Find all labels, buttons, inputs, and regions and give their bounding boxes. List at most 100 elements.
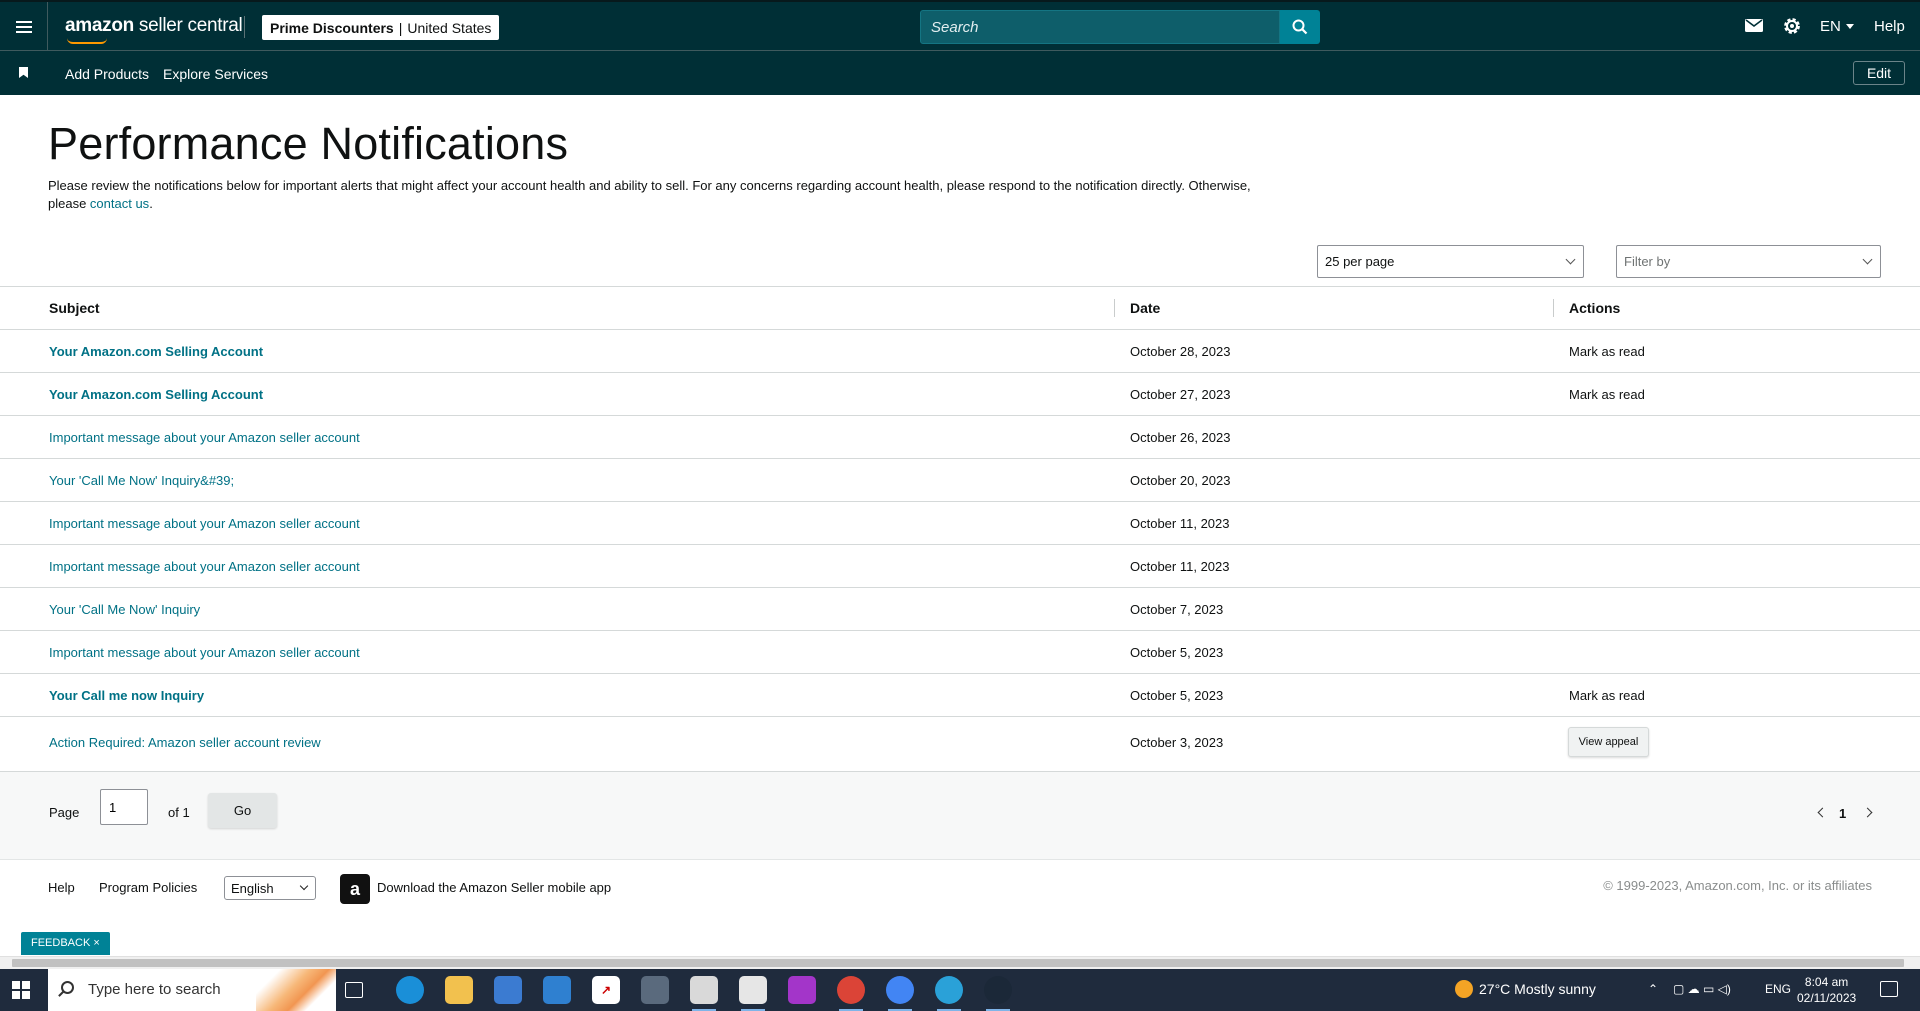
notification-subject-link[interactable]: Your Call me now Inquiry <box>49 688 204 703</box>
notification-subject-link[interactable]: Action Required: Amazon seller account r… <box>49 735 321 750</box>
store-switcher[interactable]: Prime Discounters | United States <box>262 15 500 40</box>
taskbar-search-input[interactable]: Type here to search <box>48 969 336 1011</box>
bookmark-icon[interactable] <box>19 67 28 78</box>
table-row: Your 'Call Me Now' Inquiry October 7, 202… <box>0 588 1920 631</box>
search-icon <box>61 981 74 994</box>
search-highlight-image <box>256 969 336 1011</box>
mark-as-read-link[interactable]: Mark as read <box>1569 387 1645 402</box>
column-divider <box>1114 299 1115 317</box>
stocks-app-icon[interactable]: ↗ <box>592 976 620 1004</box>
notification-subject-link[interactable]: Your Amazon.com Selling Account <box>49 344 263 359</box>
go-button[interactable]: Go <box>208 793 277 828</box>
notification-icon[interactable] <box>1880 981 1898 997</box>
store-icon[interactable] <box>494 976 522 1004</box>
pagination-bar: Page of 1 Go 1 <box>0 772 1920 860</box>
footer-help-link[interactable]: Help <box>48 880 75 895</box>
chevron-left-icon[interactable] <box>1817 807 1828 818</box>
page-total: of 1 <box>168 805 190 820</box>
page-description: Please review the notifications below fo… <box>48 177 1288 213</box>
per-page-select[interactable]: 25 per page <box>1317 245 1584 278</box>
app-icon[interactable] <box>690 976 718 1011</box>
table-row: Your Amazon.com Selling Account October 2… <box>0 373 1920 416</box>
weather-icon <box>1455 980 1473 998</box>
windows-start-icon[interactable] <box>12 981 30 999</box>
separator: | <box>398 19 403 36</box>
calculator-icon[interactable] <box>641 976 669 1004</box>
notification-subject-link[interactable]: Important message about your Amazon sell… <box>49 559 360 574</box>
help-link[interactable]: Help <box>1874 18 1905 35</box>
bookmark-explore-services[interactable]: Explore Services <box>163 66 268 82</box>
notification-date: October 3, 2023 <box>1130 735 1224 750</box>
chevron-up-icon[interactable]: ⌃ <box>1648 982 1658 996</box>
page-number-input[interactable] <box>100 789 148 825</box>
notification-subject-link[interactable]: Important message about your Amazon sell… <box>49 430 360 445</box>
program-policies-link[interactable]: Program Policies <box>99 880 197 895</box>
mail-app-icon[interactable] <box>543 976 571 1004</box>
notifications-table: Subject Date Actions Your Amazon.com Sel… <box>0 286 1920 772</box>
per-page-value: 25 per page <box>1325 254 1395 269</box>
seller-central-logo[interactable]: amazon seller central <box>65 15 243 44</box>
steam-icon[interactable] <box>984 976 1012 1011</box>
search-icon <box>1292 19 1308 35</box>
page-number-link[interactable]: 1 <box>1839 806 1846 821</box>
copyright: © 1999-2023, Amazon.com, Inc. or its aff… <box>1603 878 1872 893</box>
chevron-right-icon[interactable] <box>1862 807 1873 818</box>
notification-subject-link[interactable]: Important message about your Amazon sell… <box>49 516 360 531</box>
notification-subject-link[interactable]: Your Amazon.com Selling Account <box>49 387 263 402</box>
logo-smile <box>67 38 107 44</box>
notification-subject-link[interactable]: Your 'Call Me Now' Inquiry <box>49 602 200 617</box>
footer-language-select[interactable]: English <box>224 876 316 900</box>
weather-widget[interactable]: 27°C Mostly sunny <box>1455 980 1596 998</box>
paint-icon[interactable] <box>739 976 767 1011</box>
edge-icon[interactable] <box>396 976 424 1004</box>
download-app-link[interactable]: Download the Amazon Seller mobile app <box>377 880 611 895</box>
bookmark-add-products[interactable]: Add Products <box>65 66 149 82</box>
task-view-icon[interactable] <box>345 982 363 998</box>
notification-subject-link[interactable]: Your 'Call Me Now' Inquiry&#39; <box>49 473 234 488</box>
notification-subject-link[interactable]: Important message about your Amazon sell… <box>49 645 360 660</box>
horizontal-scrollbar[interactable] <box>0 956 1920 969</box>
file-explorer-icon[interactable] <box>445 976 473 1004</box>
table-row: Action Required: Amazon seller account r… <box>0 717 1920 771</box>
view-appeal-button[interactable]: View appeal <box>1568 727 1649 757</box>
logo-brand: amazon <box>65 15 134 36</box>
mail-icon[interactable] <box>1745 17 1763 33</box>
input-language[interactable]: ENG <box>1765 982 1791 996</box>
filter-select[interactable]: Filter by <box>1616 245 1881 278</box>
chevron-down-icon <box>299 881 309 891</box>
search-input[interactable]: Search <box>920 10 1280 44</box>
notification-date: October 27, 2023 <box>1130 387 1231 402</box>
logo-product: seller central <box>133 15 243 36</box>
search-button[interactable] <box>1280 10 1320 44</box>
notification-date: October 5, 2023 <box>1130 688 1224 703</box>
table-row: Important message about your Amazon sell… <box>0 631 1920 674</box>
chevron-down-icon <box>1565 254 1576 265</box>
language-selector[interactable]: EN <box>1820 18 1854 35</box>
table-row: Your Amazon.com Selling Account October 2… <box>0 330 1920 373</box>
weather-text: 27°C Mostly sunny <box>1479 981 1596 997</box>
table-body: Your Amazon.com Selling Account October 2… <box>0 330 1920 771</box>
contact-us-link[interactable]: contact us <box>90 196 149 211</box>
page-title: Performance Notifications <box>48 118 569 169</box>
scrollbar-thumb[interactable] <box>12 959 1904 967</box>
table-row: Important message about your Amazon sell… <box>0 545 1920 588</box>
feedback-button[interactable]: FEEDBACK × <box>21 932 110 955</box>
menu-icon[interactable] <box>0 2 48 51</box>
mark-as-read-link[interactable]: Mark as read <box>1569 688 1645 703</box>
clock[interactable]: 8:04 am 02/11/2023 <box>1797 974 1856 1006</box>
language-label: EN <box>1820 18 1841 35</box>
edit-bookmarks-button[interactable]: Edit <box>1853 61 1905 85</box>
windows-taskbar: Type here to search ↗ 27°C Mostly sunny … <box>0 969 1920 1011</box>
wps-icon[interactable] <box>788 976 816 1004</box>
column-actions: Actions <box>1569 300 1621 316</box>
taskbar-search-placeholder: Type here to search <box>88 981 221 998</box>
telegram-icon[interactable] <box>935 976 963 1011</box>
footer-language-value: English <box>231 881 274 896</box>
tray-icons[interactable]: ▢ ☁ ▭ ◁) <box>1673 982 1731 996</box>
gear-icon[interactable] <box>1782 16 1802 36</box>
mark-as-read-link[interactable]: Mark as read <box>1569 344 1645 359</box>
chrome-profile-icon[interactable] <box>886 976 914 1011</box>
notification-date: October 20, 2023 <box>1130 473 1231 488</box>
chevron-down-icon <box>1862 254 1873 265</box>
chrome-icon[interactable] <box>837 976 865 1011</box>
